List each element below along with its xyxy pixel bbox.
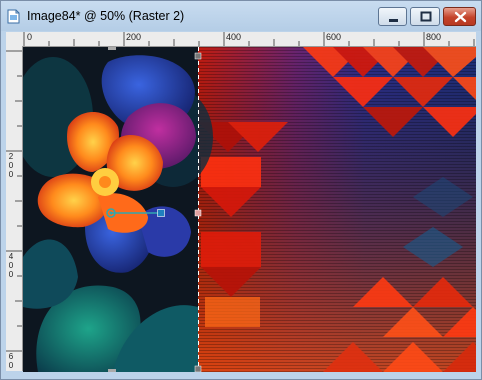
horizontal-ruler[interactable]: 0 200 400 600 800 (22, 32, 476, 47)
window-title: Image84* @ 50% (Raster 2) (27, 9, 185, 23)
close-icon (454, 11, 467, 23)
maximize-icon (420, 11, 432, 22)
ruler-label: 200 (126, 32, 142, 42)
ruler-label: 0 (8, 161, 14, 170)
vertical-ruler[interactable]: 2 0 0 4 0 0 6 0 (6, 46, 23, 371)
ruler-label: 0 (8, 261, 14, 270)
ruler-label: 400 (226, 32, 242, 42)
ruler-label: 600 (326, 32, 342, 42)
title-bar[interactable]: Image84* @ 50% (Raster 2) (1, 1, 481, 31)
ruler-label: 0 (8, 170, 14, 179)
maximize-button[interactable] (410, 7, 440, 26)
document-window: Image84* @ 50% (Raster 2) 0 200 400 600 … (0, 0, 482, 380)
ruler-label: 2 (8, 152, 14, 161)
image-canvas[interactable] (23, 47, 476, 372)
ruler-label: 0 (27, 32, 33, 42)
ruler-ticks (23, 32, 475, 46)
ruler-label: 0 (8, 361, 14, 370)
minimize-button[interactable] (378, 7, 407, 26)
ruler-ticks (6, 50, 22, 352)
ruler-label: 6 (8, 352, 14, 361)
ruler-label: 4 (8, 252, 14, 261)
ruler-label: 800 (426, 32, 442, 42)
canvas-artwork (23, 47, 476, 372)
image-document-icon (7, 9, 20, 24)
minimize-icon (389, 19, 398, 22)
ruler-corner (6, 32, 22, 46)
close-button[interactable] (443, 7, 476, 26)
ruler-label: 0 (8, 270, 14, 279)
window-bottom-border (1, 372, 481, 379)
